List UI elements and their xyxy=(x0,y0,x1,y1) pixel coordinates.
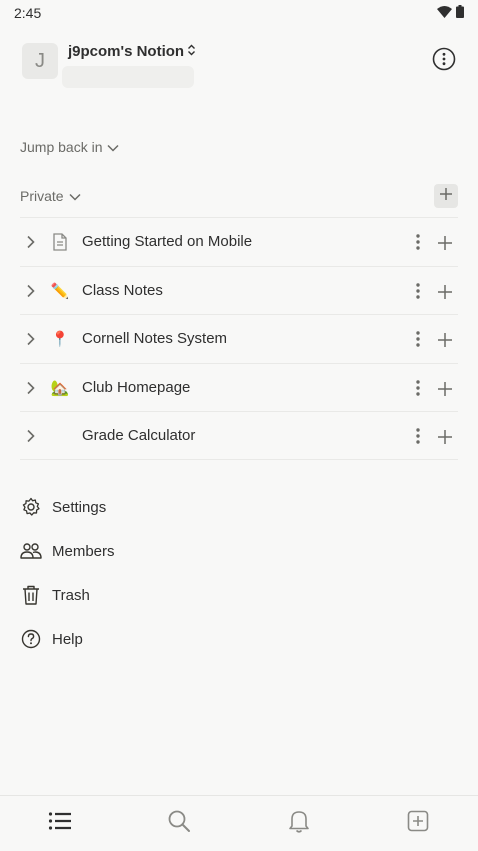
more-vertical-icon[interactable] xyxy=(410,280,426,302)
tab-search[interactable] xyxy=(166,810,192,836)
tab-home[interactable] xyxy=(47,810,73,836)
status-time: 2:45 xyxy=(14,5,42,21)
search-icon xyxy=(167,809,191,838)
help-circle-icon xyxy=(20,628,42,650)
plus-icon[interactable] xyxy=(434,329,456,351)
tab-notifications[interactable] xyxy=(286,810,312,836)
chevron-down-icon xyxy=(107,139,120,155)
page-row-cornell-notes[interactable]: 📍 Cornell Notes System xyxy=(20,314,458,363)
members-label: Members xyxy=(52,542,115,560)
members-icon xyxy=(20,540,42,562)
jump-back-in-label: Jump back in xyxy=(20,139,103,155)
new-page-icon xyxy=(407,810,429,837)
battery-icon xyxy=(456,5,464,23)
plus-icon[interactable] xyxy=(434,232,456,254)
plus-icon[interactable] xyxy=(434,378,456,400)
chevron-up-down-icon xyxy=(187,43,196,60)
members-menu-item[interactable]: Members xyxy=(20,538,115,564)
page-row-class-notes[interactable]: ✏️ Class Notes xyxy=(20,265,458,315)
page-row-grade-calculator[interactable]: Grade Calculator xyxy=(20,411,458,460)
page-icon xyxy=(50,232,70,252)
pencil-emoji-icon: ✏️ xyxy=(50,282,70,300)
plus-icon[interactable] xyxy=(434,426,456,448)
more-options-button[interactable] xyxy=(430,47,458,75)
status-bar: 2:45 xyxy=(0,0,478,26)
chevron-right-icon[interactable] xyxy=(26,381,36,400)
page-title: Class Notes xyxy=(82,281,163,299)
private-page-list: Getting Started on Mobile ✏️ Class Notes… xyxy=(20,217,458,460)
more-vertical-icon[interactable] xyxy=(410,377,426,399)
page-title: Grade Calculator xyxy=(82,427,196,445)
plus-icon xyxy=(439,187,453,206)
gear-icon xyxy=(20,496,42,518)
private-label: Private xyxy=(20,188,64,204)
page-row-club-homepage[interactable]: 🏡 Club Homepage xyxy=(20,362,458,412)
workspace-switcher[interactable]: j9pcom's Notion xyxy=(68,43,196,60)
page-title: Getting Started on Mobile xyxy=(82,233,253,250)
more-vertical-icon[interactable] xyxy=(410,231,426,253)
pushpin-emoji-icon: 📍 xyxy=(50,331,70,349)
page-row-getting-started[interactable]: Getting Started on Mobile xyxy=(20,217,458,266)
status-icons xyxy=(437,5,464,23)
list-icon xyxy=(48,811,72,836)
chevron-right-icon[interactable] xyxy=(26,332,36,351)
wifi-icon xyxy=(437,5,452,23)
help-menu-item[interactable]: Help xyxy=(20,626,83,652)
more-vertical-icon[interactable] xyxy=(410,328,426,350)
trash-label: Trash xyxy=(52,586,90,604)
bell-icon xyxy=(288,809,310,838)
trash-menu-item[interactable]: Trash xyxy=(20,582,90,608)
settings-menu-item[interactable]: Settings xyxy=(20,494,106,520)
more-vertical-icon[interactable] xyxy=(410,425,426,447)
page-title: Club Homepage xyxy=(82,378,191,396)
help-label: Help xyxy=(52,630,83,648)
more-vertical-circle-icon xyxy=(432,47,456,76)
private-section-toggle[interactable]: Private xyxy=(20,188,81,204)
page-title: Cornell Notes System xyxy=(82,330,228,348)
house-emoji-icon: 🏡 xyxy=(50,379,70,397)
bottom-tab-bar xyxy=(0,795,478,851)
workspace-subtitle-placeholder xyxy=(62,66,194,88)
jump-back-in-toggle[interactable]: Jump back in xyxy=(20,139,120,155)
chevron-right-icon[interactable] xyxy=(26,429,36,448)
tab-new-page[interactable] xyxy=(405,810,431,836)
add-private-page-button[interactable] xyxy=(434,184,458,208)
workspace-name: j9pcom's Notion xyxy=(68,43,185,60)
workspace-avatar[interactable]: J xyxy=(22,43,58,79)
chevron-right-icon[interactable] xyxy=(26,284,36,303)
chevron-down-icon xyxy=(69,188,81,204)
trash-icon xyxy=(20,584,42,606)
notion-sidebar-screen: 2:45 J j9pcom's Notion Jump back in Priv xyxy=(0,0,478,851)
settings-label: Settings xyxy=(52,498,107,516)
plus-icon[interactable] xyxy=(434,281,456,303)
chevron-right-icon[interactable] xyxy=(26,235,36,254)
